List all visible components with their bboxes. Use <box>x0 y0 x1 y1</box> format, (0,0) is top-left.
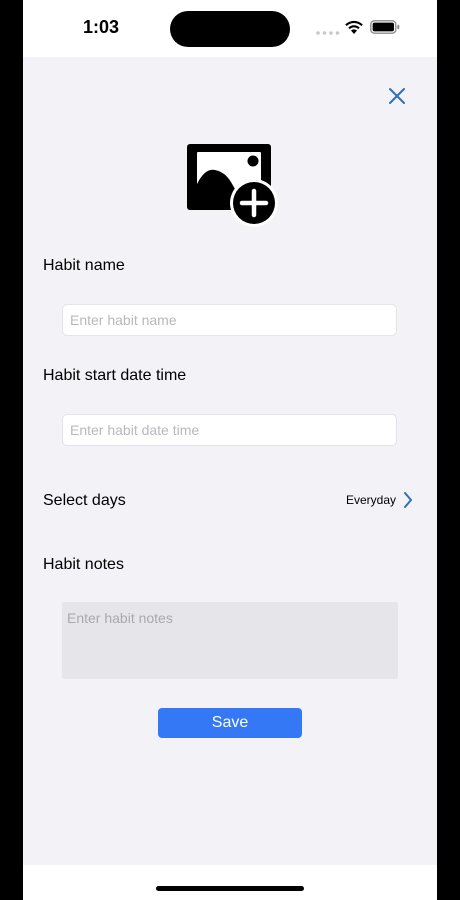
wifi-icon <box>345 20 363 34</box>
select-days-label: Select days <box>43 492 126 509</box>
close-icon[interactable] <box>385 84 409 108</box>
habit-start-datetime-input[interactable] <box>62 414 397 446</box>
bottom-safe-area <box>23 865 437 900</box>
habit-start-label: Habit start date time <box>43 367 187 384</box>
phone-screen: 1:03 Habit name Habit start d <box>23 0 437 900</box>
battery-icon <box>370 20 400 34</box>
selected-days-value[interactable]: Everyday <box>346 493 396 507</box>
habit-notes-textarea[interactable] <box>62 602 398 679</box>
habit-name-label: Habit name <box>43 257 125 274</box>
habit-notes-label: Habit notes <box>43 556 124 573</box>
save-button[interactable]: Save <box>158 708 302 738</box>
habit-name-input[interactable] <box>62 304 397 336</box>
chevron-right-icon[interactable] <box>403 491 413 509</box>
cellular-signal-icon <box>316 31 340 35</box>
dynamic-island <box>170 11 290 47</box>
status-time: 1:03 <box>83 17 120 37</box>
home-indicator[interactable] <box>156 886 304 891</box>
add-photo-icon[interactable] <box>187 144 279 228</box>
status-bar: 1:03 <box>23 0 437 57</box>
